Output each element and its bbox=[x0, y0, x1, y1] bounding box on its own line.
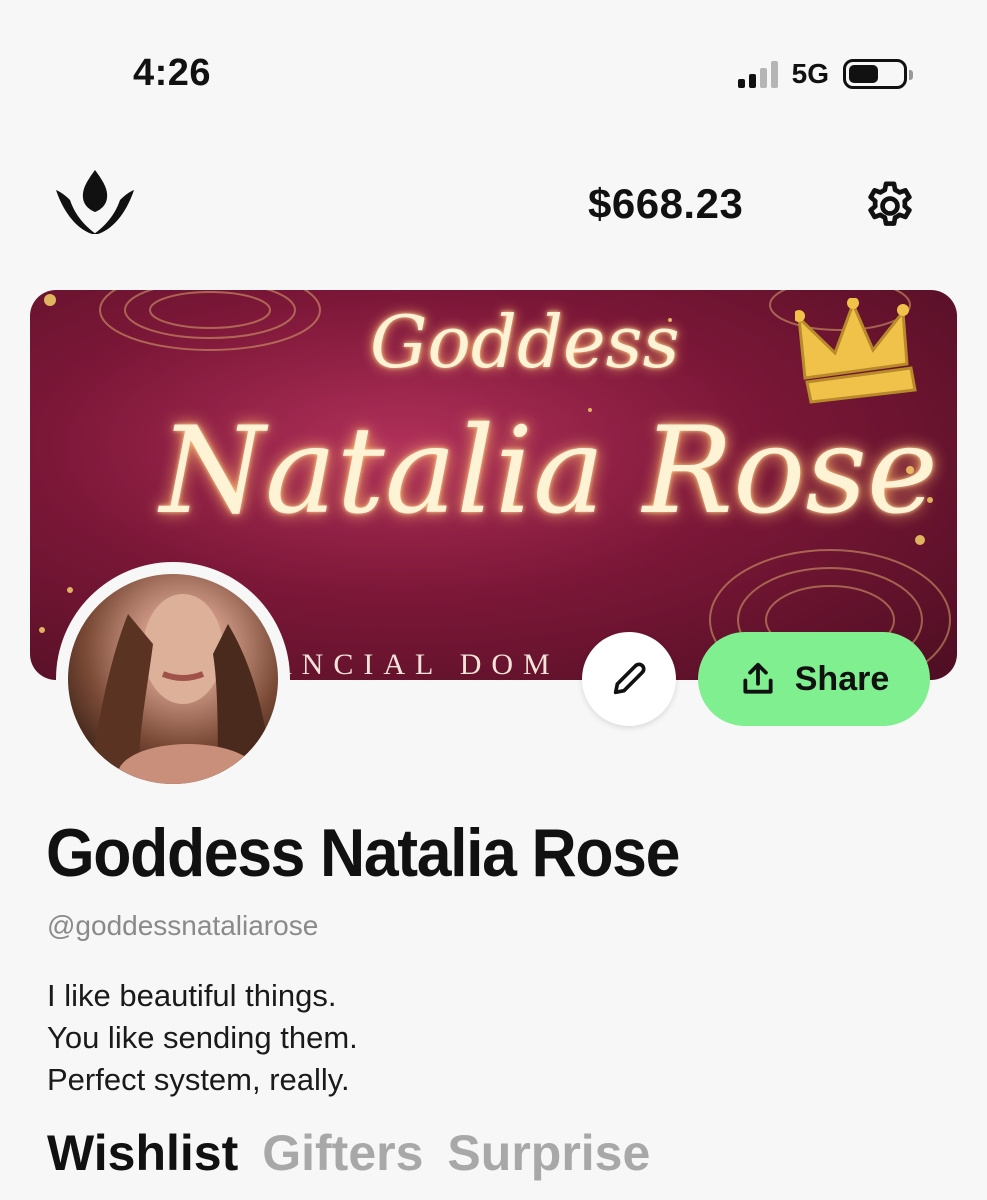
share-button[interactable]: Share bbox=[698, 632, 930, 726]
gear-icon[interactable] bbox=[862, 178, 918, 234]
banner-title-line2: Natalia Rose bbox=[160, 402, 938, 541]
signal-icon bbox=[737, 60, 778, 88]
banner-title-line1: Goddess bbox=[370, 300, 680, 384]
crown-icon bbox=[795, 298, 917, 404]
tab-gifters[interactable]: Gifters bbox=[262, 1124, 423, 1182]
avatar-image bbox=[68, 574, 278, 784]
status-time: 4:26 bbox=[133, 52, 212, 94]
banner-subtitle: ANCIAL DOM bbox=[270, 648, 560, 681]
profile-tabs: Wishlist Gifters Surprise bbox=[47, 1124, 650, 1182]
bio-line: I like beautiful things. bbox=[47, 978, 337, 1013]
profile-bio: I like beautiful things. You like sendin… bbox=[47, 975, 358, 1101]
status-indicators: 5G bbox=[737, 58, 913, 90]
bio-line: You like sending them. bbox=[47, 1020, 358, 1055]
tab-surprise[interactable]: Surprise bbox=[447, 1124, 650, 1182]
crown-logo-icon[interactable] bbox=[52, 168, 138, 238]
profile-name: Goddess Natalia Rose bbox=[46, 815, 680, 891]
tab-wishlist[interactable]: Wishlist bbox=[47, 1124, 238, 1182]
battery-icon bbox=[843, 59, 913, 89]
network-label: 5G bbox=[791, 58, 829, 89]
edit-profile-button[interactable] bbox=[582, 632, 676, 726]
share-icon bbox=[743, 662, 773, 694]
avatar[interactable] bbox=[56, 562, 290, 796]
share-label: Share bbox=[794, 659, 890, 698]
wallet-balance[interactable]: $668.23 bbox=[588, 180, 743, 228]
pencil-icon bbox=[613, 662, 646, 695]
bio-line: Perfect system, really. bbox=[47, 1062, 350, 1097]
profile-handle: @goddessnataliarose bbox=[47, 910, 319, 941]
